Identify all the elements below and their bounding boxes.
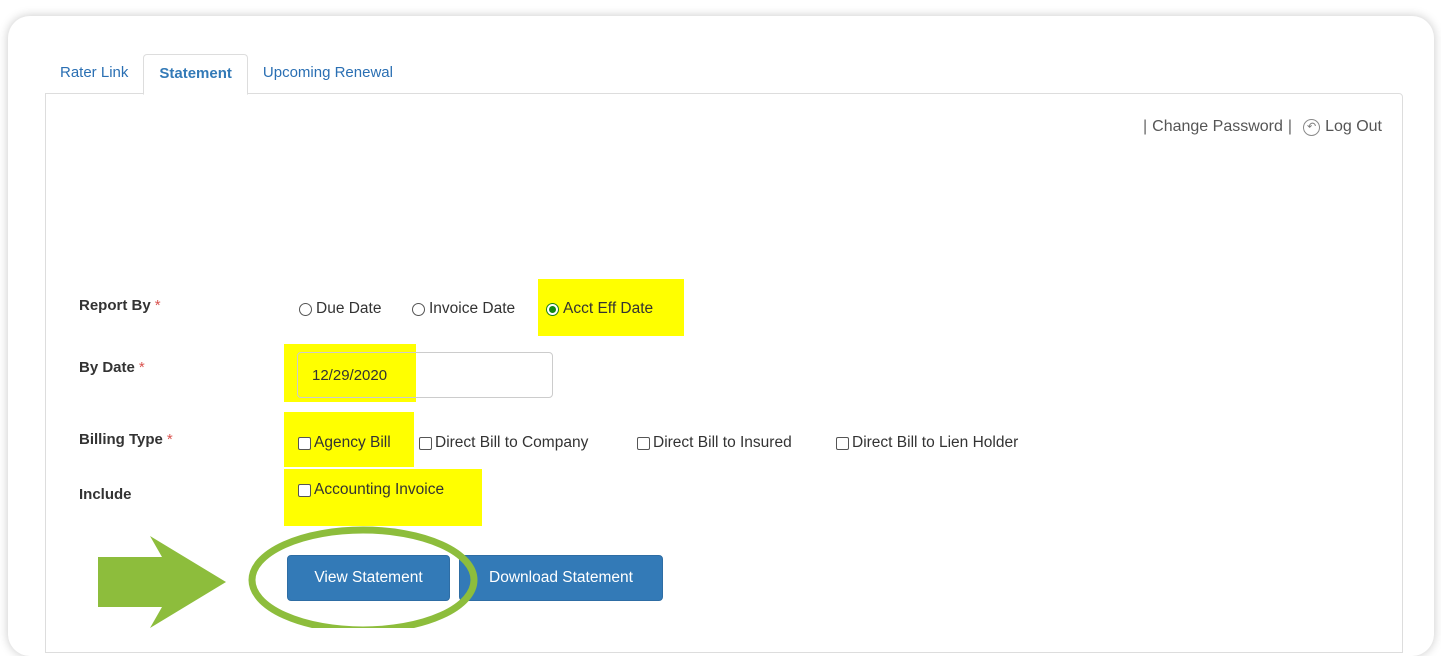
separator: | [1287, 118, 1293, 135]
checkbox-direct-bill-lien-holder[interactable]: Direct Bill to Lien Holder [836, 434, 1018, 452]
checkbox-label: Direct Bill to Company [435, 434, 589, 451]
by-date-label: By Date * [79, 359, 145, 376]
account-links: | Change Password | ↶ Log Out [1138, 118, 1382, 136]
checkbox-agency-bill[interactable]: Agency Bill [298, 434, 391, 452]
radio-due-date[interactable]: Due Date [299, 300, 381, 318]
checkbox-label: Agency Bill [314, 434, 391, 451]
radio-label: Acct Eff Date [563, 300, 654, 317]
checkbox-label: Accounting Invoice [314, 481, 445, 498]
radio-button[interactable] [412, 302, 425, 316]
include-label: Include [79, 486, 132, 503]
tab-statement[interactable]: Statement [143, 54, 248, 95]
statement-panel: | Change Password | ↶ Log Out Report By *… [45, 93, 1403, 653]
checkbox-accounting-invoice[interactable]: Accounting Invoice [298, 481, 444, 499]
checkbox[interactable] [298, 483, 311, 497]
billing-type-label: Billing Type * [79, 431, 173, 448]
report-by-label: Report By * [79, 297, 161, 314]
checkbox[interactable] [836, 436, 849, 450]
checkbox-direct-bill-company[interactable]: Direct Bill to Company [419, 434, 588, 452]
separator: | [1143, 118, 1148, 135]
radio-acct-eff-date[interactable]: Acct Eff Date [546, 300, 653, 318]
tab-rater-link[interactable]: Rater Link [45, 54, 143, 94]
tab-bar: Rater Link Statement Upcoming Renewal [45, 54, 408, 95]
checkbox[interactable] [637, 436, 650, 450]
checkbox-direct-bill-insured[interactable]: Direct Bill to Insured [637, 434, 792, 452]
checkbox[interactable] [419, 436, 432, 450]
radio-button-selected[interactable] [546, 302, 559, 316]
checkbox-label: Direct Bill to Lien Holder [852, 434, 1019, 451]
change-password-link[interactable]: Change Password [1152, 118, 1283, 136]
download-statement-button[interactable]: Download Statement [459, 555, 663, 601]
log-out-link[interactable]: Log Out [1325, 118, 1382, 136]
radio-invoice-date[interactable]: Invoice Date [412, 300, 515, 318]
view-statement-button[interactable]: View Statement [287, 555, 450, 601]
radio-label: Due Date [316, 300, 382, 317]
checkbox[interactable] [298, 436, 311, 450]
logout-icon[interactable]: ↶ [1303, 118, 1321, 136]
radio-button[interactable] [299, 302, 312, 316]
tab-upcoming-renewal[interactable]: Upcoming Renewal [248, 54, 408, 94]
checkbox-label: Direct Bill to Insured [653, 434, 792, 451]
by-date-input[interactable] [297, 352, 553, 398]
radio-label: Invoice Date [429, 300, 516, 317]
